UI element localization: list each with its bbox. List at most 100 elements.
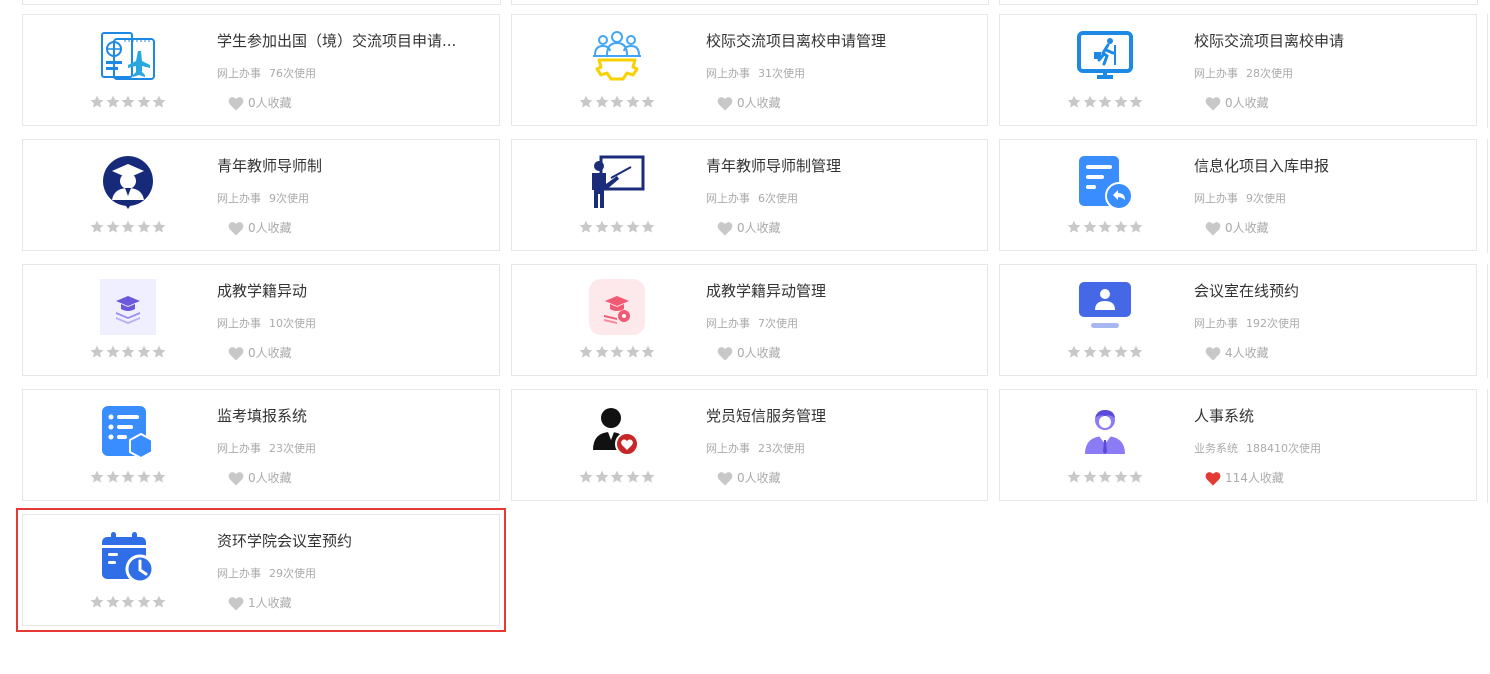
star-icon[interactable] xyxy=(121,220,135,234)
star-icon[interactable] xyxy=(137,595,151,609)
star-icon[interactable] xyxy=(1098,470,1112,484)
service-title[interactable]: 人事系统 xyxy=(1194,406,1459,426)
star-rating[interactable] xyxy=(579,95,655,109)
service-card[interactable]: 成教学籍异动 网上办事 10次使用 0人收藏 xyxy=(22,264,500,376)
star-icon[interactable] xyxy=(626,345,640,359)
star-icon[interactable] xyxy=(1129,470,1143,484)
star-rating[interactable] xyxy=(579,220,655,234)
service-card[interactable]: 学生参加出国（境）交流项目申请... 网上办事 76次使用 0人收藏 xyxy=(22,14,500,126)
star-rating[interactable] xyxy=(1067,220,1143,234)
star-icon[interactable] xyxy=(579,95,593,109)
service-title[interactable]: 信息化项目入库申报 xyxy=(1194,156,1459,176)
star-icon[interactable] xyxy=(595,470,609,484)
star-icon[interactable] xyxy=(579,345,593,359)
star-icon[interactable] xyxy=(641,470,655,484)
star-rating[interactable] xyxy=(1067,470,1143,484)
service-title[interactable]: 成教学籍异动 xyxy=(217,281,482,301)
star-icon[interactable] xyxy=(1083,220,1097,234)
star-icon[interactable] xyxy=(1098,220,1112,234)
star-icon[interactable] xyxy=(610,220,624,234)
favorite-button[interactable]: 4人收藏 xyxy=(1205,345,1269,361)
service-title[interactable]: 学生参加出国（境）交流项目申请... xyxy=(217,31,482,51)
star-icon[interactable] xyxy=(121,345,135,359)
service-card[interactable]: 青年教师导师制 网上办事 9次使用 0人收藏 xyxy=(22,139,500,251)
star-icon[interactable] xyxy=(626,220,640,234)
star-icon[interactable] xyxy=(137,95,151,109)
service-title[interactable]: 青年教师导师制管理 xyxy=(706,156,971,176)
star-icon[interactable] xyxy=(152,595,166,609)
star-icon[interactable] xyxy=(1098,345,1112,359)
star-icon[interactable] xyxy=(106,470,120,484)
star-icon[interactable] xyxy=(90,95,104,109)
star-icon[interactable] xyxy=(90,345,104,359)
favorite-button[interactable]: 0人收藏 xyxy=(228,220,292,236)
star-icon[interactable] xyxy=(610,95,624,109)
star-icon[interactable] xyxy=(1114,345,1128,359)
star-icon[interactable] xyxy=(152,345,166,359)
star-icon[interactable] xyxy=(579,220,593,234)
service-title[interactable]: 监考填报系统 xyxy=(217,406,482,426)
star-icon[interactable] xyxy=(1114,220,1128,234)
star-icon[interactable] xyxy=(1067,220,1081,234)
service-title[interactable]: 成教学籍异动管理 xyxy=(706,281,971,301)
service-title[interactable]: 党员短信服务管理 xyxy=(706,406,971,426)
service-title[interactable]: 青年教师导师制 xyxy=(217,156,482,176)
star-icon[interactable] xyxy=(610,345,624,359)
star-icon[interactable] xyxy=(90,470,104,484)
star-icon[interactable] xyxy=(137,345,151,359)
favorite-button[interactable]: 114人收藏 xyxy=(1205,470,1284,486)
star-icon[interactable] xyxy=(1129,95,1143,109)
favorite-button[interactable]: 0人收藏 xyxy=(228,470,292,486)
favorite-button[interactable]: 0人收藏 xyxy=(717,470,781,486)
star-icon[interactable] xyxy=(1129,220,1143,234)
favorite-button[interactable]: 0人收藏 xyxy=(228,345,292,361)
star-icon[interactable] xyxy=(106,345,120,359)
star-rating[interactable] xyxy=(90,220,166,234)
service-card[interactable]: 会议室在线预约 网上办事 192次使用 4人收藏 xyxy=(999,264,1477,376)
service-title[interactable]: 资环学院会议室预约 xyxy=(217,531,482,551)
star-rating[interactable] xyxy=(579,470,655,484)
star-rating[interactable] xyxy=(90,95,166,109)
star-icon[interactable] xyxy=(121,95,135,109)
star-icon[interactable] xyxy=(595,95,609,109)
star-icon[interactable] xyxy=(641,220,655,234)
star-icon[interactable] xyxy=(137,470,151,484)
favorite-button[interactable]: 1人收藏 xyxy=(228,595,292,611)
star-icon[interactable] xyxy=(1067,470,1081,484)
star-icon[interactable] xyxy=(1083,95,1097,109)
star-rating[interactable] xyxy=(1067,95,1143,109)
star-icon[interactable] xyxy=(106,95,120,109)
service-title[interactable]: 校际交流项目离校申请管理 xyxy=(706,31,971,51)
star-icon[interactable] xyxy=(152,95,166,109)
star-icon[interactable] xyxy=(121,595,135,609)
star-icon[interactable] xyxy=(1129,345,1143,359)
star-icon[interactable] xyxy=(595,345,609,359)
star-icon[interactable] xyxy=(137,220,151,234)
service-card[interactable]: 人事系统 业务系统 188410次使用 114人收藏 xyxy=(999,389,1477,501)
service-card[interactable]: 校际交流项目离校申请管理 网上办事 31次使用 0人收藏 xyxy=(511,14,988,126)
star-icon[interactable] xyxy=(152,220,166,234)
service-card[interactable]: 校际交流项目离校申请 网上办事 28次使用 0人收藏 xyxy=(999,14,1477,126)
star-icon[interactable] xyxy=(641,345,655,359)
star-rating[interactable] xyxy=(90,470,166,484)
star-icon[interactable] xyxy=(626,470,640,484)
service-card[interactable]: 资环学院会议室预约 网上办事 29次使用 1人收藏 xyxy=(16,508,506,632)
service-card[interactable]: 党员短信服务管理 网上办事 23次使用 0人收藏 xyxy=(511,389,988,501)
favorite-button[interactable]: 0人收藏 xyxy=(228,95,292,111)
favorite-button[interactable]: 0人收藏 xyxy=(717,220,781,236)
service-card[interactable]: 青年教师导师制管理 网上办事 6次使用 0人收藏 xyxy=(511,139,988,251)
star-icon[interactable] xyxy=(106,595,120,609)
favorite-button[interactable]: 0人收藏 xyxy=(717,345,781,361)
star-icon[interactable] xyxy=(579,470,593,484)
star-icon[interactable] xyxy=(1083,470,1097,484)
star-icon[interactable] xyxy=(626,95,640,109)
favorite-button[interactable]: 0人收藏 xyxy=(1205,95,1269,111)
star-icon[interactable] xyxy=(595,220,609,234)
star-icon[interactable] xyxy=(641,95,655,109)
star-icon[interactable] xyxy=(152,470,166,484)
service-card[interactable]: 监考填报系统 网上办事 23次使用 0人收藏 xyxy=(22,389,500,501)
star-icon[interactable] xyxy=(1083,345,1097,359)
star-icon[interactable] xyxy=(106,220,120,234)
star-icon[interactable] xyxy=(1067,345,1081,359)
star-icon[interactable] xyxy=(1067,95,1081,109)
